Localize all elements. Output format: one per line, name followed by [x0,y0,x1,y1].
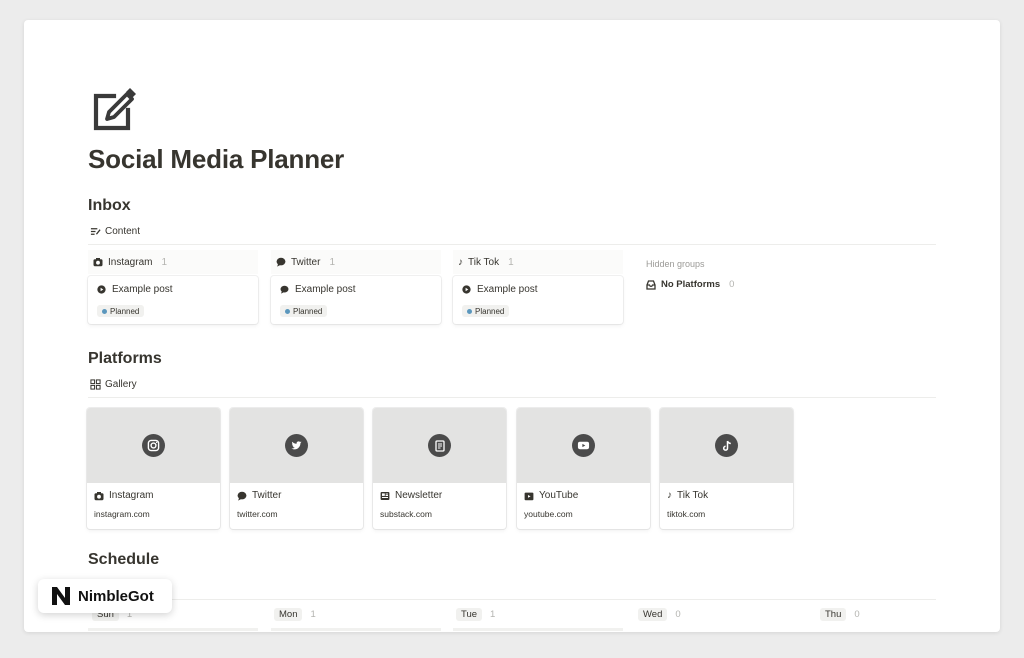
tiktok-icon [715,434,738,457]
card-title: Example post [477,284,538,295]
card-name: Twitter [252,490,282,501]
card-name: Newsletter [395,490,443,501]
hidden-group-name: No Platforms [661,279,721,290]
status-label: Planned [475,306,505,316]
card-url: instagram.com [94,509,150,519]
card-cover [230,408,363,483]
hidden-group-no-platforms[interactable]: No Platforms 0 [646,279,734,290]
status-dot [467,308,472,314]
inbox-view-label: Content [105,226,141,237]
card-url: tiktok.com [667,509,706,519]
board-card[interactable]: Example post Planned [88,276,258,324]
instagram-icon [142,434,165,457]
divider [88,244,936,245]
inbox-tray-icon [646,279,656,290]
gallery-grid-icon [90,379,101,390]
gallery-card-twitter[interactable]: Twitter twitter.com [230,408,363,529]
card-name: YouTube [539,490,579,501]
brand-watermark: NimbleGot [38,579,172,613]
music-note-icon: ♪ [458,256,463,268]
status-dot [102,308,107,314]
day-count: 0 [675,609,681,620]
inbox-heading: Inbox [88,197,131,214]
video-tv-icon [524,492,534,500]
gallery-card-youtube[interactable]: YouTube youtube.com [517,408,650,529]
column-name: Twitter [291,256,321,268]
calendar-day-thu[interactable]: Thu 0 [820,608,860,621]
card-cover [373,408,506,483]
newsletter-icon [428,434,451,457]
day-label: Wed [638,608,668,621]
card-url: youtube.com [524,509,573,519]
board-column-header-tiktok[interactable]: ♪ Tik Tok 1 [458,255,514,269]
calendar-event-bar[interactable] [88,628,258,631]
column-count: 1 [508,256,514,268]
hidden-groups-label: Hidden groups [646,259,705,269]
card-name: Instagram [109,490,154,501]
calendar-day-tue[interactable]: Tue 1 [456,608,495,621]
status-badge: Planned [462,305,510,317]
column-count: 1 [161,256,168,268]
card-cover [87,408,220,483]
day-label: Tue [456,608,483,621]
list-icon [90,228,101,235]
day-count: 1 [310,609,316,620]
day-count: 1 [490,609,496,620]
speech-bubble-icon [280,285,289,294]
brand-name: NimbleGot [78,587,154,605]
column-name: Instagram [108,256,153,268]
platforms-heading: Platforms [88,350,162,367]
page-title: Social Media Planner [88,144,345,174]
day-count: 0 [854,609,860,620]
card-title: Example post [295,284,356,295]
day-label: Mon [274,608,303,621]
hidden-group-count: 0 [729,279,735,290]
day-label: Thu [820,608,847,621]
notion-page: Social Media Planner Inbox Content Insta… [24,20,1000,632]
calendar-day-wed[interactable]: Wed 0 [638,608,681,621]
gallery-card-instagram[interactable]: Instagram instagram.com [87,408,220,529]
card-cover [517,408,650,483]
platforms-view-tab[interactable]: Gallery [90,379,137,390]
n-logo-icon [52,587,70,605]
column-count: 1 [329,256,336,268]
music-note-icon: ♪ [667,490,672,501]
play-circle-icon [97,285,106,294]
board-column-header-twitter[interactable]: Twitter 1 [276,255,335,269]
play-circle-icon [462,285,471,294]
divider [88,599,936,600]
youtube-icon [572,434,595,457]
schedule-heading: Schedule [88,551,160,568]
card-name: Tik Tok [677,490,709,501]
speech-bubble-icon [276,257,286,267]
board-column-header-instagram[interactable]: Instagram 1 [93,255,167,269]
card-title: Example post [112,284,173,295]
card-url: twitter.com [237,509,278,519]
status-label: Planned [110,306,140,316]
gallery-card-newsletter[interactable]: Newsletter substack.com [373,408,506,529]
board-card[interactable]: Example post Planned [453,276,623,324]
board-card[interactable]: Example post Planned [271,276,441,324]
twitter-icon [285,434,308,457]
calendar-event-bar[interactable] [271,628,441,631]
status-dot [285,308,290,314]
card-cover [660,408,793,483]
camera-icon [93,258,103,267]
status-label: Planned [293,306,323,316]
divider [88,397,936,398]
card-url: substack.com [380,509,432,519]
platforms-view-label: Gallery [105,379,137,390]
camera-icon [94,491,104,500]
gallery-card-tiktok[interactable]: ♪ Tik Tok tiktok.com [660,408,793,529]
status-badge: Planned [280,305,328,317]
calendar-day-mon[interactable]: Mon 1 [274,608,316,621]
newspaper-icon [380,491,390,500]
calendar-event-bar[interactable] [453,628,623,631]
column-name: Tik Tok [468,256,500,268]
inbox-view-tab[interactable]: Content [90,226,140,237]
speech-bubble-icon [237,491,247,501]
status-badge: Planned [97,305,145,317]
edit-icon[interactable] [90,86,138,134]
